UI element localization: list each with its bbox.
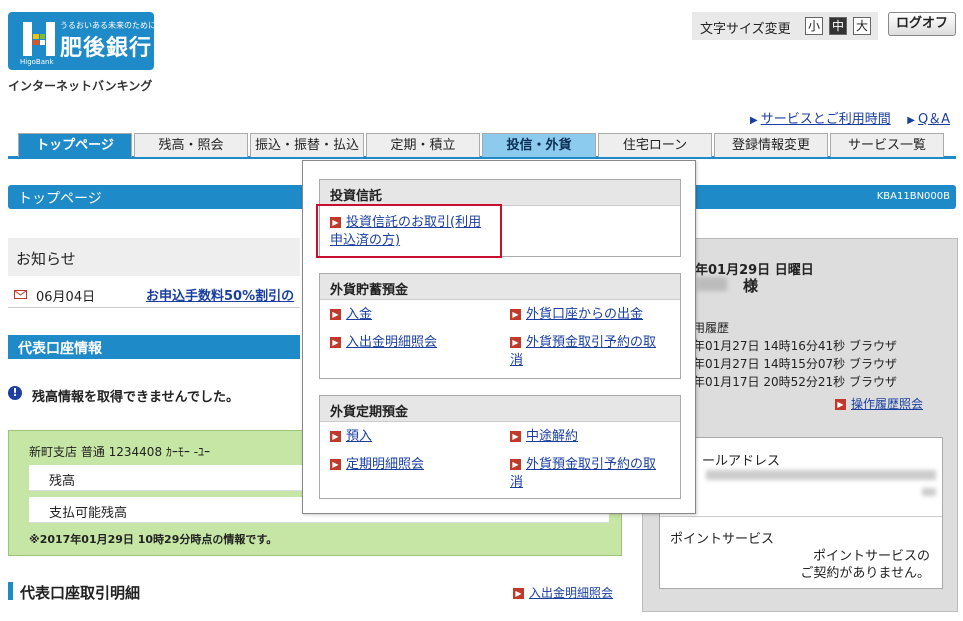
fontsize-large-button[interactable]: 大 (853, 17, 871, 35)
forex-withdraw-link[interactable]: ▶ 外貨口座からの出金 (510, 306, 643, 324)
nav-top[interactable]: トップページ (18, 133, 132, 157)
nav-services[interactable]: サービス一覧 (830, 133, 944, 157)
fontsize-control: 文字サイズ変更 小 中 大 (692, 12, 878, 40)
contact-box: ールアドレス ポイントサービス ポイントサービスの ご契約がありません。 (659, 437, 943, 589)
account-note: ※2017年01月29日 10時29分時点の情報です。 (29, 533, 278, 546)
point-service-label: ポイントサービス (670, 532, 775, 547)
main-nav: トップページ 残高・照会 振込・振替・払込 定期・積立 投信・外貨 住宅ローン … (8, 133, 956, 159)
service-hours-link[interactable]: サービスとご利用時間 (761, 112, 891, 127)
fontsize-small-button[interactable]: 小 (805, 17, 823, 35)
nav-balance[interactable]: 残高・照会 (134, 133, 248, 157)
nav-registration[interactable]: 登録情報変更 (714, 133, 828, 157)
dd-section-title: 投資信託 (320, 180, 680, 206)
balance-error: 残高情報を取得できませんでした。 (32, 390, 239, 405)
logoff-button[interactable]: ログオフ (888, 12, 956, 36)
fontsize-label: 文字サイズ変更 (700, 22, 791, 37)
history-link[interactable]: ▶ 操作履歴照会 (835, 395, 923, 412)
balance-label: 残高 (49, 474, 76, 489)
news-header: お知らせ (8, 238, 300, 276)
top-links: ▶ サービスとご利用時間 ▶ Q＆A (750, 108, 950, 127)
news-item: 06月04日 お申込手数料50%割引の (8, 282, 300, 308)
history-entry: 年01月27日 14時16分41秒 ブラウザ (693, 339, 897, 353)
news-title: お知らせ (16, 250, 76, 268)
honorific: 様 (743, 277, 759, 295)
statement-link[interactable]: ▶ 入出金明細照会 (513, 584, 613, 601)
email-blurred (922, 488, 936, 496)
service-name: インターネットバンキング (8, 79, 153, 93)
dd-section-title: 外貨貯蓄預金 (320, 274, 680, 300)
early-cancel-link[interactable]: ▶ 中途解約 (510, 428, 578, 446)
higo-logo-icon (23, 22, 55, 56)
info-icon: ! (8, 386, 22, 400)
forex-reserve-cancel-link-2[interactable]: ▶ 外貨預金取引予約の取 消 (510, 456, 656, 492)
forex-reserve-cancel-link[interactable]: ▶ 外貨預金取引予約の取 消 (510, 334, 656, 370)
email-label: ールアドレス (702, 454, 781, 469)
arrow-right-icon: ▶ (510, 431, 521, 442)
forex-time-deposit-link[interactable]: ▶ 預入 (330, 428, 372, 446)
account-info-bar: 代表口座情報 (8, 335, 300, 359)
email-blurred (706, 470, 936, 480)
history-entry: 年01月17日 20時52分21秒 ブラウザ (693, 375, 897, 389)
nav-transfer[interactable]: 振込・振替・払込 (250, 133, 364, 157)
detail-title: 代表口座取引明細 (20, 584, 141, 602)
section-marker (8, 582, 13, 600)
history-label: 用履歴 (693, 321, 730, 335)
arrow-right-icon: ▶ (330, 431, 341, 442)
divider (660, 516, 942, 517)
dd-section-forex-time-deposit: 外貨定期預金 ▶ 預入 ▶ 中途解約 ▶ 定期明細照会 ▶ 外貨預金取引予約の取 消 (319, 395, 681, 499)
time-deposit-statement-link[interactable]: ▶ 定期明細照会 (330, 456, 424, 474)
account-name: 新町支店 普通 1234408 ｶｰﾓｰ -ﾕｰ (29, 445, 211, 459)
forex-deposit-link[interactable]: ▶ 入金 (330, 306, 372, 324)
logo-sub: HigoBank (20, 58, 54, 66)
page-title: トップページ (18, 191, 102, 207)
user-name-blurred (697, 277, 727, 291)
news-date: 06月04日 (36, 290, 96, 305)
arrow-right-icon: ▶ (330, 309, 341, 320)
investment-forex-dropdown: 投資信託 ▶ 投資信託のお取引(利用 申込済の方) 外貨貯蓄預金 ▶ 入金 ▶ 外貨口… (302, 160, 696, 514)
point-service-message: ポイントサービスの ご契約がありません。 (800, 549, 930, 581)
news-link[interactable]: お申込手数料50%割引の (146, 285, 294, 304)
arrow-right-icon: ▶ (510, 459, 521, 470)
page-code: KBA11BN000B (876, 191, 950, 202)
mail-icon (14, 290, 27, 299)
available-balance-label: 支払可能残高 (49, 506, 128, 521)
highlight-box (316, 204, 502, 258)
arrow-right-icon: ▶ (835, 399, 846, 410)
account-info-title: 代表口座情報 (18, 341, 102, 357)
bank-logo[interactable]: うるおいある未来のために。 肥後銀行 HigoBank (8, 12, 164, 70)
nav-investment-forex[interactable]: 投信・外貨 (482, 133, 596, 157)
forex-statement-link[interactable]: ▶ 入出金明細照会 (330, 334, 437, 352)
logo-name: 肥後銀行 (60, 36, 153, 61)
dd-section-title: 外貨定期預金 (320, 396, 680, 422)
dd-section-investment-trust: 投資信託 ▶ 投資信託のお取引(利用 申込済の方) (316, 179, 681, 258)
dd-section-forex-savings: 外貨貯蓄預金 ▶ 入金 ▶ 外貨口座からの出金 ▶ 入出金明細照会 ▶ 外貨預金取引予約… (319, 273, 681, 379)
arrow-right-icon: ▶ (513, 588, 524, 599)
arrow-right-icon: ▶ (510, 337, 521, 348)
qa-link[interactable]: Q＆A (918, 112, 950, 127)
triangle-right-icon: ▶ (750, 115, 758, 126)
arrow-right-icon: ▶ (510, 309, 521, 320)
fontsize-medium-button[interactable]: 中 (829, 17, 847, 35)
nav-housing-loan[interactable]: 住宅ローン (598, 133, 712, 157)
arrow-right-icon: ▶ (330, 459, 341, 470)
nav-deposit[interactable]: 定期・積立 (366, 133, 480, 157)
history-entry: 年01月27日 14時15分07秒 ブラウザ (693, 357, 897, 371)
arrow-right-icon: ▶ (330, 337, 341, 348)
triangle-right-icon: ▶ (907, 115, 915, 126)
